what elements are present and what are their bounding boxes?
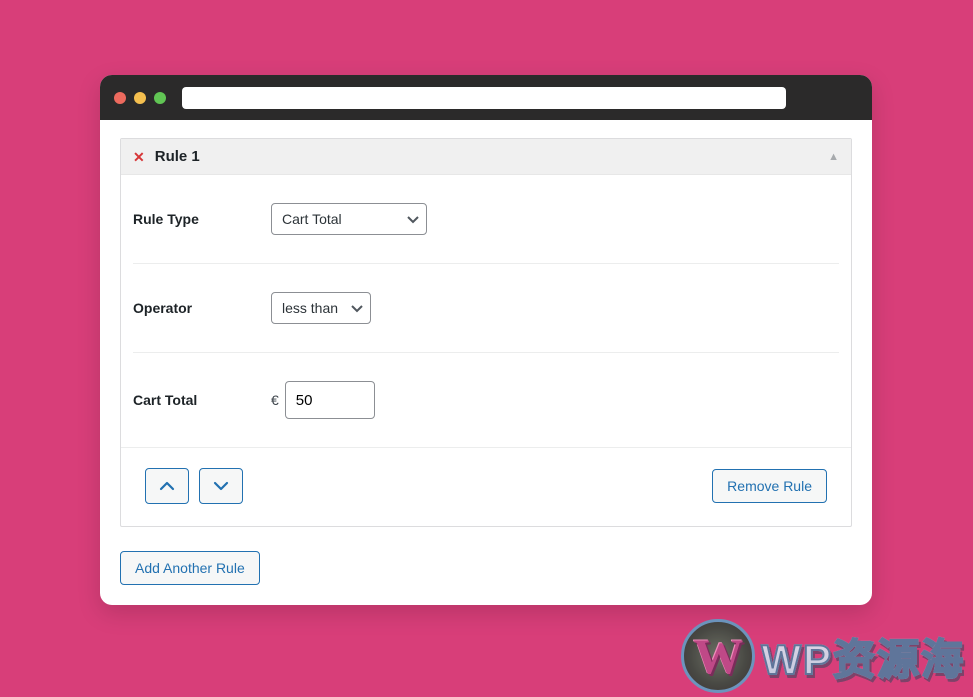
cart-total-label: Cart Total [133, 392, 271, 408]
operator-label: Operator [133, 300, 271, 316]
browser-window: ✕ Rule 1 ▲ Rule Type Cart Total [100, 75, 872, 605]
rule-actions: Remove Rule [133, 448, 839, 526]
window-title-bar [100, 75, 872, 120]
operator-row: Operator less than [133, 264, 839, 353]
watermark-logo: W [681, 619, 755, 693]
rule-header[interactable]: ✕ Rule 1 ▲ [121, 139, 851, 175]
rule-type-select-wrap: Cart Total [271, 203, 427, 235]
window-maximize-button[interactable] [154, 92, 166, 104]
rule-title: Rule 1 [155, 148, 200, 165]
move-up-button[interactable] [145, 468, 189, 504]
operator-select-wrap: less than [271, 292, 371, 324]
window-minimize-button[interactable] [134, 92, 146, 104]
add-rule-row: Add Another Rule [120, 551, 852, 585]
move-down-button[interactable] [199, 468, 243, 504]
watermark: W WP资源海 [681, 619, 965, 693]
add-rule-button[interactable]: Add Another Rule [120, 551, 260, 585]
operator-select[interactable]: less than [271, 292, 371, 324]
rule-type-row: Rule Type Cart Total [133, 175, 839, 264]
rule-panel: ✕ Rule 1 ▲ Rule Type Cart Total [120, 138, 852, 527]
url-bar[interactable] [182, 87, 786, 109]
remove-rule-button[interactable]: Remove Rule [712, 469, 827, 503]
page-content: ✕ Rule 1 ▲ Rule Type Cart Total [100, 120, 872, 605]
window-close-button[interactable] [114, 92, 126, 104]
rule-type-label: Rule Type [133, 211, 271, 227]
rule-type-select[interactable]: Cart Total [271, 203, 427, 235]
watermark-w-icon: W [693, 631, 743, 681]
collapse-icon[interactable]: ▲ [828, 151, 839, 163]
rule-body: Rule Type Cart Total Operator [121, 175, 851, 526]
traffic-lights [114, 92, 166, 104]
cart-total-input[interactable] [285, 381, 375, 419]
cart-total-row: Cart Total € [133, 353, 839, 447]
currency-symbol: € [271, 392, 279, 408]
watermark-text: WP资源海 [761, 626, 965, 687]
close-icon[interactable]: ✕ [133, 150, 145, 164]
